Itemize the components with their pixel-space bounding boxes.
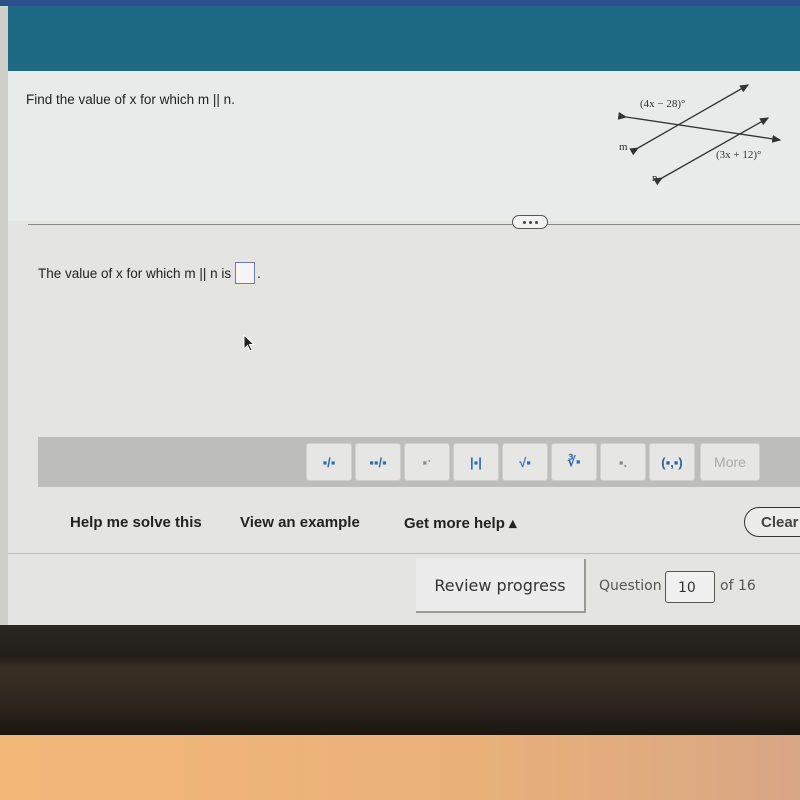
answer-prefix: The value of x for which m || n is — [38, 265, 232, 281]
question-total: of 16 — [720, 578, 756, 594]
fraction-button[interactable]: ▪/▪ — [306, 443, 352, 481]
exponent-icon: ▪ˑ — [422, 454, 432, 470]
nth-root-icon: ∛▪ — [567, 454, 581, 469]
transversal — [617, 111, 782, 143]
laptop-body — [0, 735, 800, 800]
parallel-lines-diagram: (4x − 28)° (3x + 12)° m n — [617, 84, 782, 186]
ordered-pair-icon: (▪,▪) — [661, 454, 683, 470]
question-prompt: Find the value of x for which m || n. — [26, 92, 235, 107]
section-divider — [28, 224, 800, 225]
mouse-cursor-icon — [243, 334, 256, 352]
angle-label-top: (4x − 28)° — [640, 98, 685, 110]
exponent-button[interactable]: ▪ˑ — [404, 443, 450, 481]
square-root-icon: √▪ — [519, 454, 531, 470]
more-tools-button[interactable]: More — [700, 443, 760, 481]
question-number-input[interactable]: 10 — [665, 571, 715, 603]
answer-input[interactable] — [235, 262, 256, 284]
ordered-pair-button[interactable]: (▪,▪) — [649, 443, 695, 481]
absolute-value-icon: |▪| — [470, 454, 482, 470]
answer-statement: The value of x for which m || n is . — [38, 262, 261, 284]
get-more-help-link[interactable]: Get more help ▴ — [404, 514, 517, 532]
clear-all-button[interactable]: Clear — [744, 507, 800, 537]
browser-screen: Find the value of x for which m || n. (4… — [0, 0, 800, 625]
dot-icon — [534, 220, 538, 224]
laptop-bezel — [0, 625, 800, 735]
question-label: Question — [599, 578, 662, 594]
line-m-label: m — [619, 141, 628, 153]
expand-button[interactable] — [512, 215, 548, 229]
line-n — [653, 117, 770, 186]
mixed-number-icon: ▪▪/▪ — [369, 454, 387, 470]
subscript-icon: ▪. — [618, 454, 628, 470]
help-me-solve-link[interactable]: Help me solve this — [70, 514, 202, 531]
view-example-link[interactable]: View an example — [240, 514, 360, 531]
header-band — [8, 6, 800, 71]
review-progress-button[interactable]: Review progress — [416, 559, 586, 613]
dot-icon — [522, 220, 526, 224]
left-edge — [0, 0, 8, 625]
nth-root-button[interactable]: ∛▪ — [551, 443, 597, 481]
subscript-button[interactable]: ▪. — [600, 443, 646, 481]
square-root-button[interactable]: √▪ — [502, 443, 548, 481]
mixed-number-button[interactable]: ▪▪/▪ — [355, 443, 401, 481]
fraction-icon: ▪/▪ — [322, 454, 336, 470]
angle-label-bottom: (3x + 12)° — [716, 149, 761, 161]
answer-suffix: . — [257, 265, 261, 281]
line-n-label: n — [652, 172, 658, 184]
dot-icon — [528, 220, 532, 224]
absolute-value-button[interactable]: |▪| — [453, 443, 499, 481]
footer-divider — [8, 553, 800, 554]
